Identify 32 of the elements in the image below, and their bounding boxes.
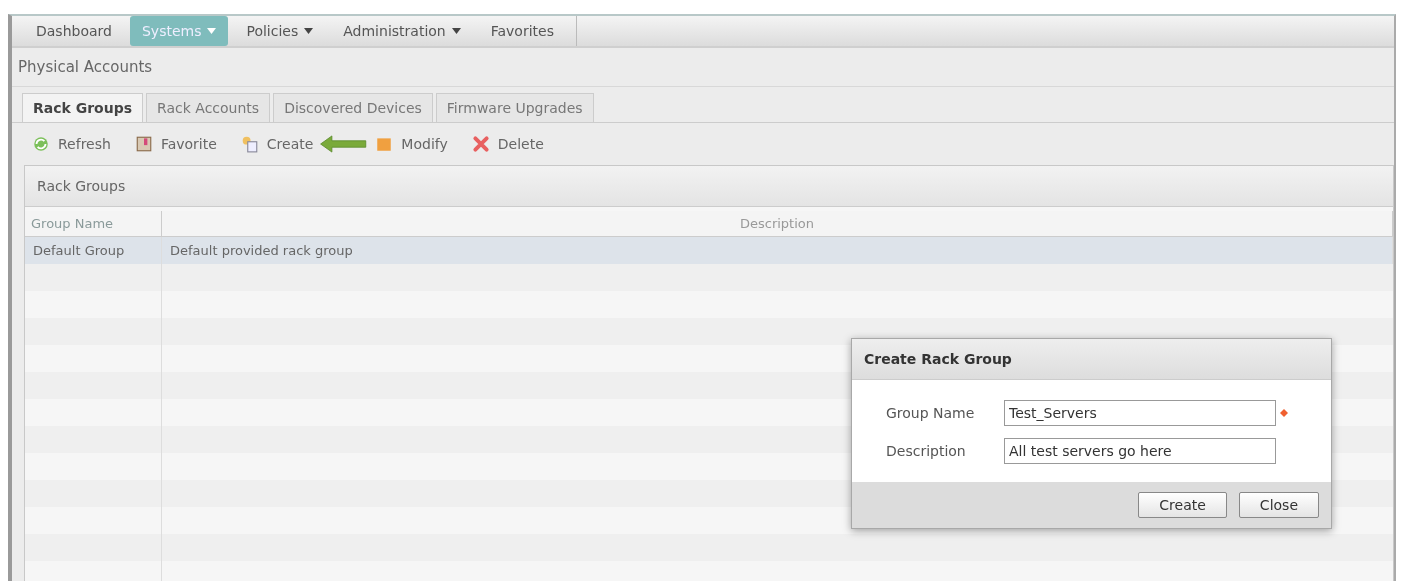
column-header[interactable]: Description: [162, 211, 1393, 236]
field-label: Group Name: [886, 405, 976, 421]
modify-button[interactable]: Modify: [373, 133, 450, 155]
delete-button[interactable]: Delete: [469, 133, 546, 155]
table-row[interactable]: Default Group Default provided rack group: [25, 237, 1393, 264]
nav-menu-item[interactable]: Favorites: [478, 16, 566, 46]
page-title: Physical Accounts: [12, 48, 1394, 87]
column-header[interactable]: Group Name: [25, 211, 162, 236]
caret-icon: [207, 28, 217, 34]
field-label: Description: [886, 443, 967, 459]
caret-icon: [304, 28, 314, 34]
tab[interactable]: Rack Accounts: [146, 93, 271, 122]
create-button[interactable]: Create: [238, 133, 316, 155]
caret-icon: [451, 28, 461, 34]
dialog-title: Create Rack Group: [852, 339, 1331, 380]
nav-menu-item[interactable]: Administration: [331, 16, 473, 46]
refresh-icon: [32, 135, 50, 153]
text-field[interactable]: Test_Servers: [1004, 400, 1276, 426]
panel-header: Rack Groups: [25, 166, 1393, 207]
tab[interactable]: Discovered Devices: [273, 93, 433, 122]
dialog-button[interactable]: Create: [1138, 492, 1227, 518]
favorite-button[interactable]: Favorite: [132, 133, 219, 155]
book-icon: [134, 135, 153, 153]
refresh-button[interactable]: Refresh: [30, 133, 113, 155]
nav-menu-item[interactable]: Policies: [234, 16, 326, 46]
tab[interactable]: Firmware Upgrades: [435, 93, 594, 122]
new-document-icon: [240, 135, 259, 153]
tab[interactable]: Rack Groups: [22, 93, 144, 122]
text-field[interactable]: All test servers go here: [1004, 438, 1276, 464]
delete-icon: [471, 135, 490, 153]
dialog-button[interactable]: Close: [1238, 492, 1319, 518]
nav-menu-item[interactable]: Dashboard: [24, 16, 124, 46]
